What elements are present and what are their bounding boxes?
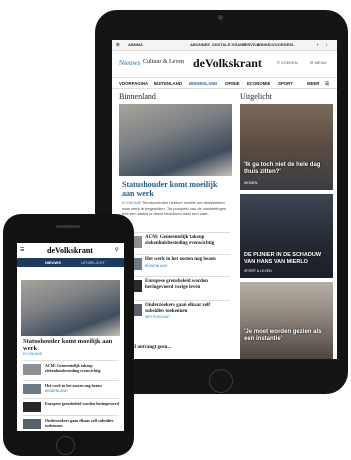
nav-voorpagina[interactable]: VOORPAGINA [119, 81, 148, 86]
tab-nieuws[interactable]: NIEUWS [45, 260, 61, 265]
nav-buitenland[interactable]: BUITENLAND [154, 81, 182, 86]
list-item-title: Onderzoekers gaan elkaar zelf subsidies … [145, 303, 211, 314]
main-article-snippet: ECONOMIE Tienduizenden hebben moeite om … [122, 200, 230, 216]
tablet-top-bar: ☰ ABNMA ABONNEE DIGITALE KRANT SERVICE W… [112, 40, 337, 51]
list-item-thumb [23, 384, 41, 394]
main-article-headline[interactable]: Statushouder komt moeilijk aan werk [23, 338, 118, 352]
list-item[interactable]: ACM: Gemeentelijk takeup ziekenhuisbeste… [122, 232, 230, 249]
masthead-cultuur-link[interactable]: Cultuur & Leven [143, 59, 184, 65]
list-item-title: Het werk in het oosten nog beaen [45, 383, 102, 388]
list-item-title: Europese grensbeleid worden heringevoerd [45, 401, 119, 406]
facebook-icon[interactable]: f [317, 42, 318, 47]
main-article-photo[interactable] [21, 280, 120, 336]
menu-lines-icon[interactable]: ☰ [325, 81, 329, 87]
search-icon[interactable]: ⚲ [115, 247, 119, 253]
list-item-thumb [23, 419, 41, 429]
search-label: ZOEKEN [281, 60, 298, 65]
main-article-photo[interactable] [119, 104, 232, 176]
menu-button[interactable]: ☰ MENU [310, 60, 326, 65]
uitgelicht-card-tag: SPORT & LEVEN [244, 269, 272, 273]
list-item[interactable]: Europese grensbeleid worden heringevoerd [23, 398, 119, 413]
camera-dot [218, 15, 223, 20]
hamburger-icon[interactable]: ☰ [20, 247, 24, 253]
volkskrant-logo[interactable]: deVolkskrant [47, 246, 93, 255]
list-item[interactable]: Onderzoekers gaan elkaar zelf subsidies … [122, 300, 230, 321]
phone-speaker [56, 225, 80, 228]
search-button[interactable]: ⚲ ZOEKEN [277, 60, 298, 65]
uitgelicht-card-text: 'Ik ga toch niet de hele dag thuis zitte… [244, 162, 321, 175]
binnenland-title: Binnenland [119, 92, 156, 101]
uitgelicht-card-text: DE PIJNIER IN DE SCHADUW VAN HANS VAN MI… [244, 252, 322, 265]
main-article-headline[interactable]: Statushouder komt moeilijk aan werk [122, 180, 230, 198]
list-item-title: Onderzoekers gaan elkaar zelf subsidies … [45, 418, 114, 428]
uitgelicht-card[interactable]: 'Je moet worden gezien als een instantie… [240, 282, 333, 359]
hamburger-icon[interactable]: ☰ [116, 42, 120, 47]
uitgelicht-card-text: 'Je moet worden gezien als een instantie… [244, 329, 322, 342]
uitgelicht-card-tag: WONEN [244, 181, 258, 185]
phone-tabs: NIEUWS UITGELICHT [17, 258, 124, 267]
list-item-title: Europese grensbeleid worden heringevoerd… [145, 279, 208, 290]
nav-binnenland[interactable]: BINNENLAND [189, 81, 217, 86]
list-item-title: ACM: Gemeentelijk takeup ziekenhuisbeste… [145, 235, 215, 246]
list-item-tag: BINNENLAND [145, 264, 168, 268]
topbar-digitale-krant[interactable]: DIGITALE KRANT [212, 42, 245, 47]
list-item-tag: WETENSCHAP [145, 315, 170, 319]
masthead-nieuws-link[interactable]: Nieuws [119, 59, 140, 67]
list-item[interactable]: Het werk in het oosten nog beaen BINNENL… [122, 254, 230, 271]
uitgelicht-card[interactable]: 'Ik ga toch niet de hele dag thuis zitte… [240, 104, 333, 190]
list-item[interactable]: Het werk in het oosten nog beaen BINNENL… [23, 380, 119, 395]
topbar-voordeel[interactable]: VOORDEEL [272, 42, 294, 47]
phone-home-button[interactable] [56, 436, 75, 455]
phone-screen: ☰ deVolkskrant ⚲ NIEUWS UITGELICHT Statu… [17, 243, 124, 431]
masthead: Nieuws Cultuur & Leven deVolkskrant ⚲ ZO… [112, 51, 337, 75]
tab-uitgelicht[interactable]: UITGELICHT [81, 260, 105, 265]
nav-sport[interactable]: SPORT [278, 81, 293, 86]
list-item[interactable]: Onderzoekers gaan elkaar zelf subsidies … [23, 415, 119, 430]
main-article-tag: ECONOMIE [23, 352, 43, 356]
main-article-tag: ECONOMIE [122, 201, 142, 205]
uitgelicht-title: Uitgelicht [240, 92, 272, 101]
nav-meer[interactable]: MEER [307, 81, 319, 86]
nav-opinie[interactable]: OPINIE [225, 81, 240, 86]
topbar-item[interactable]: ABNMA [128, 42, 143, 47]
topbar-winkel[interactable]: WINKEL [257, 42, 273, 47]
tablet-home-button[interactable] [209, 369, 233, 393]
list-item-title: ACM: Gemeentelijk takeup ziekenhuisbeste… [45, 363, 101, 373]
phone-header: ☰ deVolkskrant ⚲ [17, 243, 124, 259]
menu-label: MENU [314, 60, 327, 65]
list-item[interactable]: ACM: Gemeentelijk takeup ziekenhuisbeste… [23, 360, 119, 377]
list-item-tag: BINNENLAND [45, 389, 68, 393]
list-item-title[interactable]: KNMI ontvangt geen... [122, 345, 230, 351]
list-item-thumb [23, 402, 41, 412]
list-item-thumb [23, 364, 41, 375]
volkskrant-logo[interactable]: deVolkskrant [193, 56, 262, 71]
list-item-title: Het werk in het oosten nog beaen [145, 257, 216, 262]
tablet-screen: ☰ ABNMA ABONNEE DIGITALE KRANT SERVICE W… [112, 40, 337, 359]
uitgelicht-card[interactable]: DE PIJNIER IN DE SCHADUW VAN HANS VAN MI… [240, 194, 333, 278]
topbar-abonnee[interactable]: ABONNEE [190, 42, 210, 47]
section-nav: VOORPAGINA BUITENLAND BINNENLAND OPINIE … [112, 77, 337, 89]
twitter-icon[interactable]: t [326, 42, 327, 47]
nav-economie[interactable]: ECONOMIE [247, 81, 270, 86]
list-item[interactable]: Europese grensbeleid worden heringevoerd… [122, 276, 230, 297]
